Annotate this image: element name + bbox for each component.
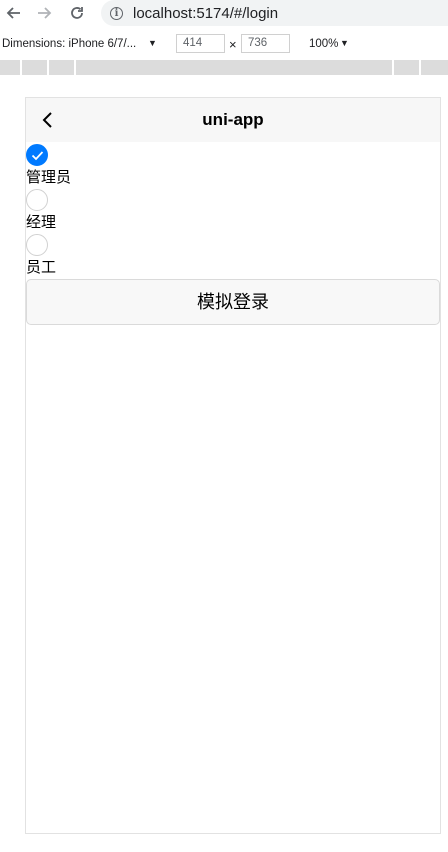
ruler-segment[interactable]	[392, 60, 419, 75]
chevron-left-icon[interactable]	[38, 109, 60, 131]
app-navbar: uni-app	[26, 98, 440, 142]
radio-unchecked[interactable]	[26, 234, 48, 256]
check-icon	[31, 151, 44, 161]
ruler-segment[interactable]	[419, 60, 448, 75]
zoom-dropdown[interactable]: 100%	[309, 38, 338, 50]
mock-login-button[interactable]: 模拟登录	[26, 279, 440, 325]
radio-item-admin[interactable]: 管理员	[26, 142, 440, 187]
radio-item-employee[interactable]: 员工	[26, 232, 440, 277]
dimension-separator: ×	[229, 37, 237, 52]
role-radio-group: 管理员 经理 员工	[26, 142, 440, 277]
ruler-segment[interactable]	[74, 60, 392, 75]
caret-down-icon[interactable]: ▼	[340, 38, 349, 48]
device-toolbar: Dimensions: iPhone 6/7/... ▼ 414 × 736 1…	[0, 31, 448, 58]
media-query-ruler[interactable]	[0, 60, 448, 75]
dimensions-dropdown[interactable]: Dimensions: iPhone 6/7/...	[2, 38, 136, 50]
radio-checked[interactable]	[26, 144, 48, 166]
radio-label: 管理员	[26, 169, 72, 186]
device-viewport: uni-app 管理员 经理 员工 模拟登录	[25, 97, 441, 834]
info-icon[interactable]: i	[110, 6, 123, 20]
radio-unchecked[interactable]	[26, 189, 48, 211]
address-bar[interactable]: i localhost:5174/#/login	[101, 0, 448, 26]
back-icon[interactable]	[2, 0, 24, 26]
browser-toolbar: i localhost:5174/#/login	[0, 0, 448, 26]
radio-item-manager[interactable]: 经理	[26, 187, 440, 232]
width-input[interactable]: 414	[176, 34, 225, 53]
ruler-segment[interactable]	[47, 60, 74, 75]
radio-label: 经理	[26, 214, 57, 231]
caret-down-icon[interactable]: ▼	[148, 38, 157, 48]
ruler-segment[interactable]	[20, 60, 47, 75]
reload-icon[interactable]	[66, 0, 88, 26]
height-input[interactable]: 736	[241, 34, 290, 53]
url-text[interactable]: localhost:5174/#/login	[133, 5, 278, 22]
radio-label: 员工	[26, 259, 57, 276]
forward-icon[interactable]	[34, 0, 56, 26]
page-title: uni-app	[202, 110, 264, 129]
